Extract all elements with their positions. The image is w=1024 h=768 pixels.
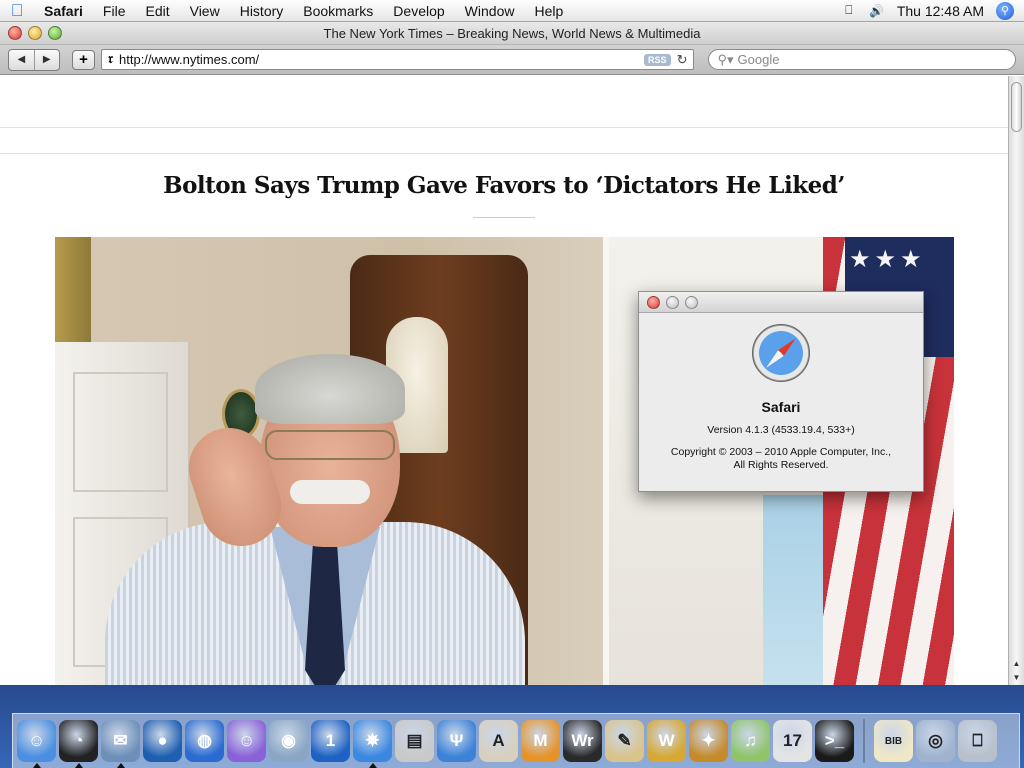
menu-help[interactable]: Help xyxy=(524,0,573,22)
nyt-favicon-icon: 𝔯 xyxy=(108,52,114,67)
header-divider-bottom xyxy=(0,153,1008,154)
minimize-button[interactable] xyxy=(28,26,42,40)
dock-separator xyxy=(863,719,865,763)
header-divider-top xyxy=(0,127,1008,128)
search-icon: ⚲▾ xyxy=(717,51,734,67)
photo-window-sky xyxy=(763,495,823,685)
about-zoom-button xyxy=(685,295,698,309)
volume-icon[interactable]: 🔊 xyxy=(869,3,885,19)
about-safari-dialog: Safari Version 4.1.3 (4533.19.4, 533+) C… xyxy=(638,291,924,492)
dashboard-icon[interactable]: ◔ xyxy=(59,720,98,768)
preview-icon[interactable]: ▤ xyxy=(395,720,434,762)
menu-edit[interactable]: Edit xyxy=(135,0,179,22)
bib-document-icon[interactable]: BIB xyxy=(874,720,913,762)
menu-window[interactable]: Window xyxy=(455,0,525,22)
scrollbar-thumb[interactable] xyxy=(1011,82,1022,132)
safari-icon[interactable]: ✵ xyxy=(353,720,392,768)
rss-button[interactable]: RSS xyxy=(644,53,671,66)
headline-rule xyxy=(473,217,535,218)
trash-icon[interactable]: ⎕ xyxy=(958,720,997,762)
script-editor-icon[interactable]: ✎ xyxy=(605,720,644,762)
menu-history[interactable]: History xyxy=(230,0,294,22)
menubar-clock[interactable]: Thu 12:48 AM xyxy=(897,3,984,19)
about-version: Version 4.1.3 (4533.19.4, 533+) xyxy=(707,424,855,436)
running-indicator xyxy=(32,763,41,768)
firefox-icon[interactable]: ◍ xyxy=(185,720,224,762)
back-button[interactable]: ◀ xyxy=(9,50,34,70)
safari-compass-icon xyxy=(752,324,810,382)
menu-file[interactable]: File xyxy=(93,0,136,22)
nav-buttons: ◀ ▶ xyxy=(8,48,60,71)
about-copyright: Copyright © 2003 – 2010 Apple Computer, … xyxy=(639,446,923,472)
about-copyright-line1: Copyright © 2003 – 2010 Apple Computer, … xyxy=(670,446,892,458)
close-button[interactable] xyxy=(8,26,22,40)
network-globe-icon[interactable]: ● xyxy=(143,720,182,762)
scroll-up-arrow[interactable]: ▲ xyxy=(1009,657,1024,671)
m-app-icon[interactable]: M xyxy=(521,720,560,762)
window-titlebar[interactable]: The New York Times – Breaking News, Worl… xyxy=(0,22,1024,45)
dock: ☺ ◔ ✉ ● ◍ ☺ ◉ 1 ✵ ▤ Ψ A M Wr ✎ W ✦ ♫ 17 >_ BIB ◎ ⎕ xyxy=(12,713,1020,768)
mail-icon[interactable]: ✉ xyxy=(101,720,140,768)
spotlight-icon[interactable]: ⚲ xyxy=(996,1,1014,20)
search-field[interactable]: ⚲▾ Google xyxy=(708,49,1016,70)
wr-app-icon[interactable]: Wr xyxy=(563,720,602,762)
add-bookmark-button[interactable]: + xyxy=(71,49,96,70)
window-title: The New York Times – Breaking News, Worl… xyxy=(323,25,701,41)
macos-orb-icon[interactable]: ◉ xyxy=(269,720,308,762)
running-indicator xyxy=(74,763,83,768)
photo-editor-icon[interactable]: ✦ xyxy=(689,720,728,762)
running-indicator xyxy=(368,763,377,768)
photo-person xyxy=(65,352,545,685)
terminal-icon[interactable]: >_ xyxy=(815,720,854,762)
wu-app-icon[interactable]: W xyxy=(647,720,686,762)
textedit-icon[interactable]: A xyxy=(479,720,518,762)
vertical-scrollbar[interactable]: ▲ ▼ xyxy=(1008,76,1024,685)
about-copyright-line2: All Rights Reserved. xyxy=(733,459,829,471)
ichat-icon[interactable]: ☺ xyxy=(227,720,266,762)
scroll-down-arrow[interactable]: ▼ xyxy=(1009,671,1024,685)
script-menu-icon[interactable]: ⎕ xyxy=(841,3,857,19)
menu-develop[interactable]: Develop xyxy=(383,0,454,22)
address-bar[interactable]: 𝔯 http://www.nytimes.com/ RSS ↻ xyxy=(101,49,695,70)
url-text[interactable]: http://www.nytimes.com/ xyxy=(119,52,638,67)
browser-toolbar: ◀ ▶ + 𝔯 http://www.nytimes.com/ RSS ↻ ⚲▾… xyxy=(0,45,1024,75)
menu-bar:  Safari File Edit View History Bookmark… xyxy=(0,0,1024,22)
menu-view[interactable]: View xyxy=(180,0,230,22)
zoom-button[interactable] xyxy=(48,26,62,40)
reload-icon[interactable]: ↻ xyxy=(677,52,688,68)
about-minimize-button xyxy=(666,295,679,309)
forward-button[interactable]: ▶ xyxy=(33,49,59,70)
fork-icon[interactable]: Ψ xyxy=(437,720,476,762)
finder-icon[interactable]: ☺ xyxy=(17,720,56,768)
downloads-stack-icon[interactable]: ◎ xyxy=(916,720,955,762)
article-headline[interactable]: Bolton Says Trump Gave Favors to ‘Dictat… xyxy=(0,172,1008,199)
onepassword-icon[interactable]: 1 xyxy=(311,720,350,762)
about-close-button[interactable] xyxy=(647,295,660,309)
search-placeholder: Google xyxy=(737,52,780,67)
menu-extras: ⎕ 🔊 Thu 12:48 AM ⚲ xyxy=(841,1,1024,20)
ical-icon[interactable]: 17 xyxy=(773,720,812,762)
menu-bookmarks[interactable]: Bookmarks xyxy=(293,0,383,22)
running-indicator xyxy=(116,763,125,768)
menu-safari[interactable]: Safari xyxy=(34,0,93,22)
about-app-name: Safari xyxy=(761,399,801,415)
apple-menu-icon[interactable]:  xyxy=(0,1,34,21)
itunes-icon[interactable]: ♫ xyxy=(731,720,770,762)
desktop-background: ☺ ◔ ✉ ● ◍ ☺ ◉ 1 ✵ ▤ Ψ A M Wr ✎ W ✦ ♫ 17 >_ BIB ◎ ⎕ xyxy=(0,685,1024,768)
photo-curtain xyxy=(55,237,91,347)
window-controls xyxy=(8,26,62,40)
about-titlebar[interactable] xyxy=(639,292,923,313)
